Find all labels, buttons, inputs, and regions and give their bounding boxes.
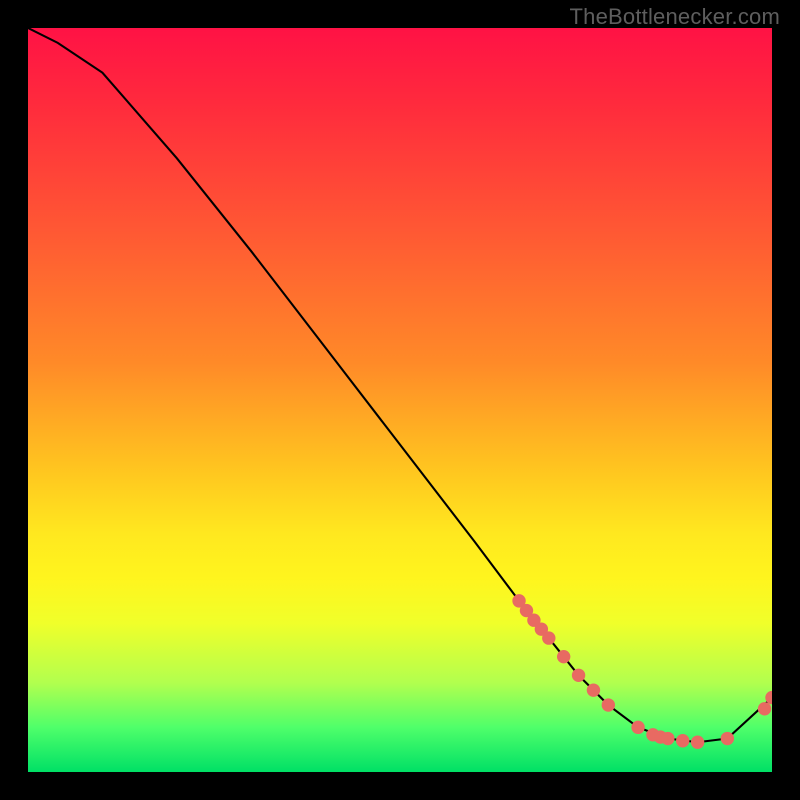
plot-area: [28, 28, 772, 772]
marker-point: [572, 669, 585, 682]
marker-point: [542, 631, 555, 644]
marker-point: [661, 732, 674, 745]
marker-point: [758, 702, 771, 715]
marker-group: [512, 594, 772, 749]
marker-point: [691, 736, 704, 749]
source-label: TheBottlenecker.com: [570, 4, 780, 30]
marker-point: [557, 650, 570, 663]
marker-point: [602, 698, 615, 711]
marker-point: [721, 732, 734, 745]
marker-point: [676, 734, 689, 747]
curve-path: [28, 28, 772, 742]
marker-point: [631, 721, 644, 734]
marker-point: [587, 683, 600, 696]
curve-svg: [28, 28, 772, 772]
chart-root: TheBottlenecker.com: [0, 0, 800, 800]
